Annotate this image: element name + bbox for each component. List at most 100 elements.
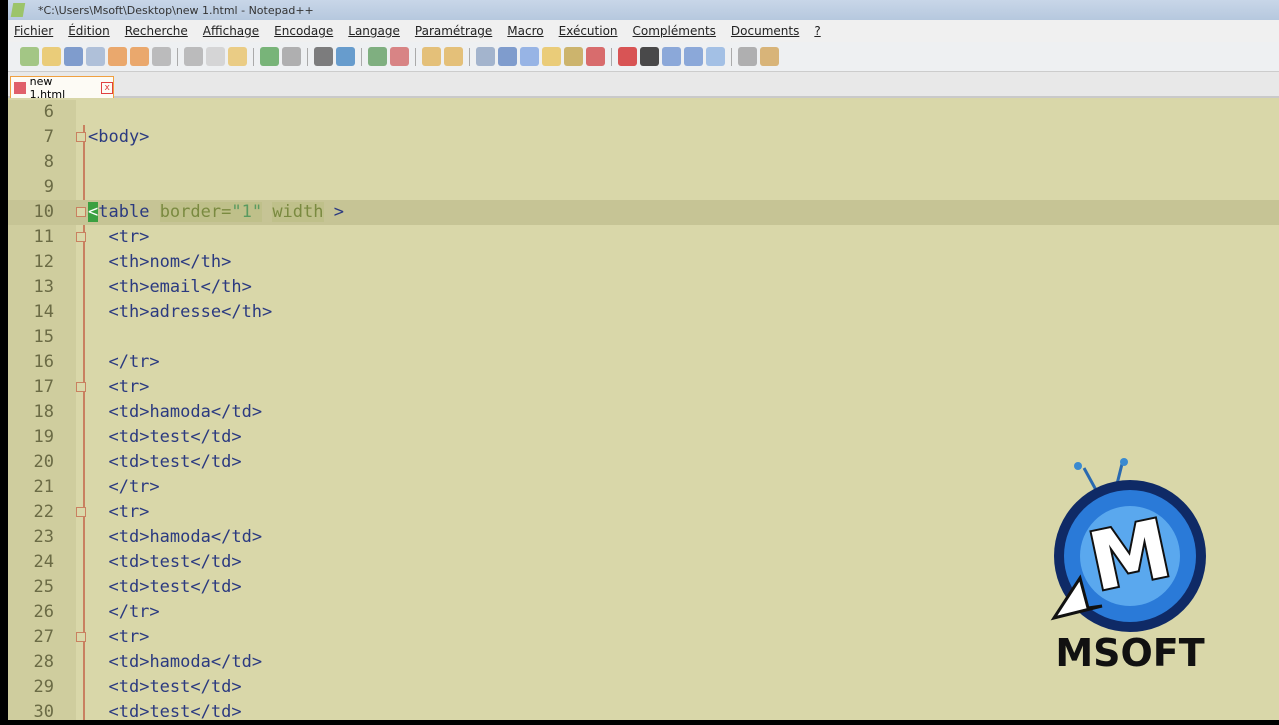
code-text: <th>nom</th> <box>108 252 232 272</box>
code-line[interactable]: 11 <tr> <box>8 225 1279 250</box>
toolbar-button-icon[interactable] <box>662 47 681 66</box>
code-line[interactable]: 7 <body> <box>8 125 1279 150</box>
toolbar-button-icon[interactable] <box>706 47 725 66</box>
toolbar-button-icon[interactable] <box>618 47 637 66</box>
toolbar-button-icon[interactable] <box>368 47 387 66</box>
code-line[interactable]: 14 <th>adresse</th> <box>8 300 1279 325</box>
menu-7[interactable]: Macro <box>507 24 543 38</box>
code-text: <td>hamoda</td> <box>108 527 263 547</box>
menu-6[interactable]: Paramétrage <box>415 24 492 38</box>
code-line[interactable]: 17 <tr> <box>8 375 1279 400</box>
line-number: 7 <box>43 127 54 147</box>
code-text: <tr> <box>88 377 150 397</box>
fold-toggle-icon[interactable] <box>76 132 86 142</box>
toolbar-button-icon[interactable] <box>206 47 225 66</box>
code-line[interactable]: 29 <td>test</td> <box>8 675 1279 700</box>
line-number: 13 <box>33 277 54 297</box>
toolbar-button-icon[interactable] <box>108 47 127 66</box>
toolbar-button-icon[interactable] <box>282 47 301 66</box>
menu-0[interactable]: Fichier <box>14 24 53 38</box>
toolbar-button-icon[interactable] <box>314 47 333 66</box>
code-text: <td>test</td> <box>108 552 242 572</box>
menu-10[interactable]: Documents <box>731 24 799 38</box>
code-text: <th>adresse</th> <box>108 302 273 322</box>
window-title: *C:\Users\Msoft\Desktop\new 1.html - Not… <box>38 3 314 17</box>
toolbar-button-icon[interactable] <box>390 47 409 66</box>
toolbar-button-icon[interactable] <box>586 47 605 66</box>
toolbar <box>8 42 1279 72</box>
toolbar-button-icon[interactable] <box>444 47 463 66</box>
toolbar-button-icon[interactable] <box>684 47 703 66</box>
fold-toggle-icon[interactable] <box>76 382 86 392</box>
line-number: 16 <box>33 352 54 372</box>
toolbar-separator <box>415 47 416 66</box>
line-number: 14 <box>33 302 54 322</box>
fold-toggle-icon[interactable] <box>76 232 86 242</box>
line-number: 18 <box>33 402 54 422</box>
code-line[interactable]: 30 <td>test</td> <box>8 700 1279 725</box>
code-line[interactable]: 15 <box>8 325 1279 350</box>
code-text: <td>test</td> <box>108 427 242 447</box>
code-text: <td>test</td> <box>108 702 242 722</box>
menu-8[interactable]: Exécution <box>559 24 618 38</box>
code-text: <body> <box>88 127 150 147</box>
toolbar-button-icon[interactable] <box>640 47 659 66</box>
code-line[interactable]: 12 <th>nom</th> <box>8 250 1279 275</box>
toolbar-button-icon[interactable] <box>64 47 83 66</box>
toolbar-button-icon[interactable] <box>184 47 203 66</box>
menu-9[interactable]: Compléments <box>633 24 716 38</box>
msoft-logo-text: MSOFT <box>1055 631 1204 675</box>
toolbar-button-icon[interactable] <box>422 47 441 66</box>
line-number: 27 <box>33 627 54 647</box>
menu-2[interactable]: Recherche <box>125 24 188 38</box>
tab-new-1-html[interactable]: new 1.html x <box>10 75 114 101</box>
toolbar-button-icon[interactable] <box>498 47 517 66</box>
code-line[interactable]: 18 <td>hamoda</td> <box>8 400 1279 425</box>
toolbar-button-icon[interactable] <box>152 47 171 66</box>
toolbar-button-icon[interactable] <box>130 47 149 66</box>
menu-4[interactable]: Encodage <box>274 24 333 38</box>
code-line[interactable]: 10 <table border="1" width > <box>8 200 1279 225</box>
toolbar-button-icon[interactable] <box>760 47 779 66</box>
code-line[interactable]: 19 <td>test</td> <box>8 425 1279 450</box>
fold-toggle-icon[interactable] <box>76 207 86 217</box>
toolbar-separator <box>361 47 362 66</box>
toolbar-button-icon[interactable] <box>738 47 757 66</box>
menu-bar: Fichier Édition Recherche Affichage Encodage… <box>8 20 1279 42</box>
toolbar-button-icon[interactable] <box>260 47 279 66</box>
line-number: 10 <box>33 202 54 222</box>
menu-3[interactable]: Affichage <box>203 24 259 38</box>
line-number: 24 <box>33 552 54 572</box>
code-line[interactable]: 9 <box>8 175 1279 200</box>
menu-11[interactable]: ? <box>814 24 820 38</box>
menu-5[interactable]: Langage <box>348 24 400 38</box>
menu-1[interactable]: Édition <box>68 24 110 38</box>
toolbar-button-icon[interactable] <box>86 47 105 66</box>
code-line[interactable]: 13 <th>email</th> <box>8 275 1279 300</box>
toolbar-button-icon[interactable] <box>228 47 247 66</box>
code-line[interactable]: 6 <box>8 100 1279 125</box>
toolbar-button-icon[interactable] <box>42 47 61 66</box>
line-number: 25 <box>33 577 54 597</box>
fold-toggle-icon[interactable] <box>76 507 86 517</box>
code-line[interactable]: 16 </tr> <box>8 350 1279 375</box>
title-bar: *C:\Users\Msoft\Desktop\new 1.html - Not… <box>8 0 1279 20</box>
code-line[interactable]: 8 <box>8 150 1279 175</box>
line-number: 20 <box>33 452 54 472</box>
toolbar-button-icon[interactable] <box>20 47 39 66</box>
toolbar-separator <box>307 47 308 66</box>
toolbar-button-icon[interactable] <box>564 47 583 66</box>
line-number: 28 <box>33 652 54 672</box>
code-text: </tr> <box>88 602 160 622</box>
line-number: 22 <box>33 502 54 522</box>
code-text: <tr> <box>88 227 150 247</box>
toolbar-button-icon[interactable] <box>542 47 561 66</box>
line-number: 6 <box>43 102 54 122</box>
tab-close-icon[interactable]: x <box>101 81 113 94</box>
toolbar-button-icon[interactable] <box>520 47 539 66</box>
toolbar-button-icon[interactable] <box>336 47 355 66</box>
line-number: 30 <box>33 702 54 722</box>
line-number: 23 <box>33 527 54 547</box>
fold-toggle-icon[interactable] <box>76 632 86 642</box>
toolbar-button-icon[interactable] <box>476 47 495 66</box>
